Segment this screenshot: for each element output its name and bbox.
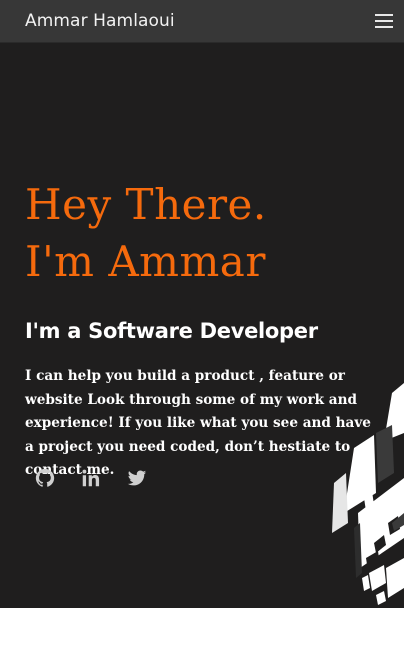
- decorative-illustration: [332, 383, 404, 605]
- twitter-link[interactable]: [126, 467, 150, 491]
- hero-subheading: I'm a Software Developer: [25, 319, 318, 343]
- hero-headline: Hey There. I'm Ammar: [25, 176, 267, 290]
- linkedin-link[interactable]: [80, 467, 104, 491]
- page-bottom: [0, 608, 404, 671]
- hero-section: Hey There. I'm Ammar I'm a Software Deve…: [0, 43, 404, 608]
- github-icon: [35, 468, 55, 487]
- twitter-icon: [127, 470, 147, 486]
- navbar: Ammar Hamlaoui: [0, 0, 404, 43]
- hamburger-menu-icon[interactable]: [375, 14, 393, 28]
- headline-line-2: I'm Ammar: [25, 237, 266, 286]
- headline-line-1: Hey There.: [25, 180, 267, 229]
- brand-name[interactable]: Ammar Hamlaoui: [25, 11, 175, 31]
- linkedin-icon: [82, 469, 100, 487]
- github-link[interactable]: [34, 467, 58, 491]
